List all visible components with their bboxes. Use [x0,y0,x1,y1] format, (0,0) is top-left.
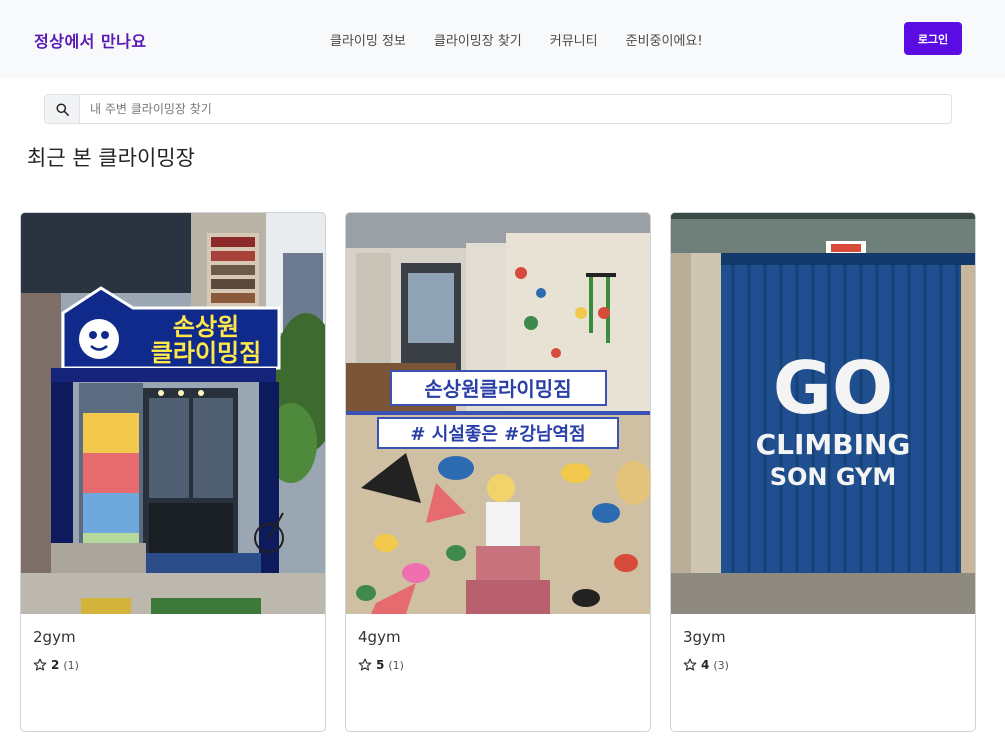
rating-value: 5 [376,658,385,672]
gym-card[interactable]: 손상원클라이밍짐 # 시설좋은 #강남역점 4gym 5 (1) [345,212,651,732]
banner-title: 손상원클라이밍짐 [424,377,571,401]
gym-name: 3gym [683,628,726,646]
rating: 5 (1) [358,658,638,672]
nav-link-coming-soon[interactable]: 준비중이에요! [626,30,703,49]
gym-photo: 손상원클라이밍짐 # 시설좋은 #강남역점 [346,213,650,614]
nav-link-climbing-info[interactable]: 클라이밍 정보 [330,30,406,49]
wall-text-songym: SON GYM [770,463,897,491]
star-icon [683,658,697,671]
gym-card[interactable]: GO CLIMBING SON GYM 3gym 4 (3) [670,212,976,732]
navbar: 정상에서 만나요 클라이밍 정보 클라이밍장 찾기 커뮤니티 준비중이에요! 로… [0,0,1005,78]
brand-logo[interactable]: 정상에서 만나요 [34,28,147,52]
search-input[interactable] [80,95,951,123]
search-bar [44,94,952,124]
section-title: 최근 본 클라이밍장 [27,146,195,170]
rating: 2 (1) [33,658,313,672]
star-icon [358,658,372,671]
nav-links: 클라이밍 정보 클라이밍장 찾기 커뮤니티 준비중이에요! [330,30,703,49]
gym-name: 4gym [358,628,401,646]
rating: 4 (3) [683,658,963,672]
gym-photo: GO CLIMBING SON GYM [671,213,975,614]
login-button[interactable]: 로그인 [904,22,962,55]
review-count: (3) [713,658,729,672]
banner-subtitle: # 시설좋은 #강남역점 [410,424,585,445]
rating-value: 2 [51,658,60,672]
review-count: (1) [63,658,79,672]
rating-value: 4 [701,658,710,672]
sign-text-1: 손상원 [173,313,239,341]
search-icon[interactable] [45,95,80,123]
wall-text-climbing: CLIMBING [756,428,911,461]
star-icon [33,658,47,671]
nav-link-community[interactable]: 커뮤니티 [550,30,598,49]
review-count: (1) [388,658,404,672]
sign-text-2: 클라이밍짐 [151,339,261,367]
gym-name: 2gym [33,628,76,646]
wall-text-go: GO [773,346,893,430]
gym-card[interactable]: 손상원 클라이밍짐 2gym 2 (1) [20,212,326,732]
nav-link-find-gym[interactable]: 클라이밍장 찾기 [434,30,522,49]
gym-photo: 손상원 클라이밍짐 [21,213,325,614]
